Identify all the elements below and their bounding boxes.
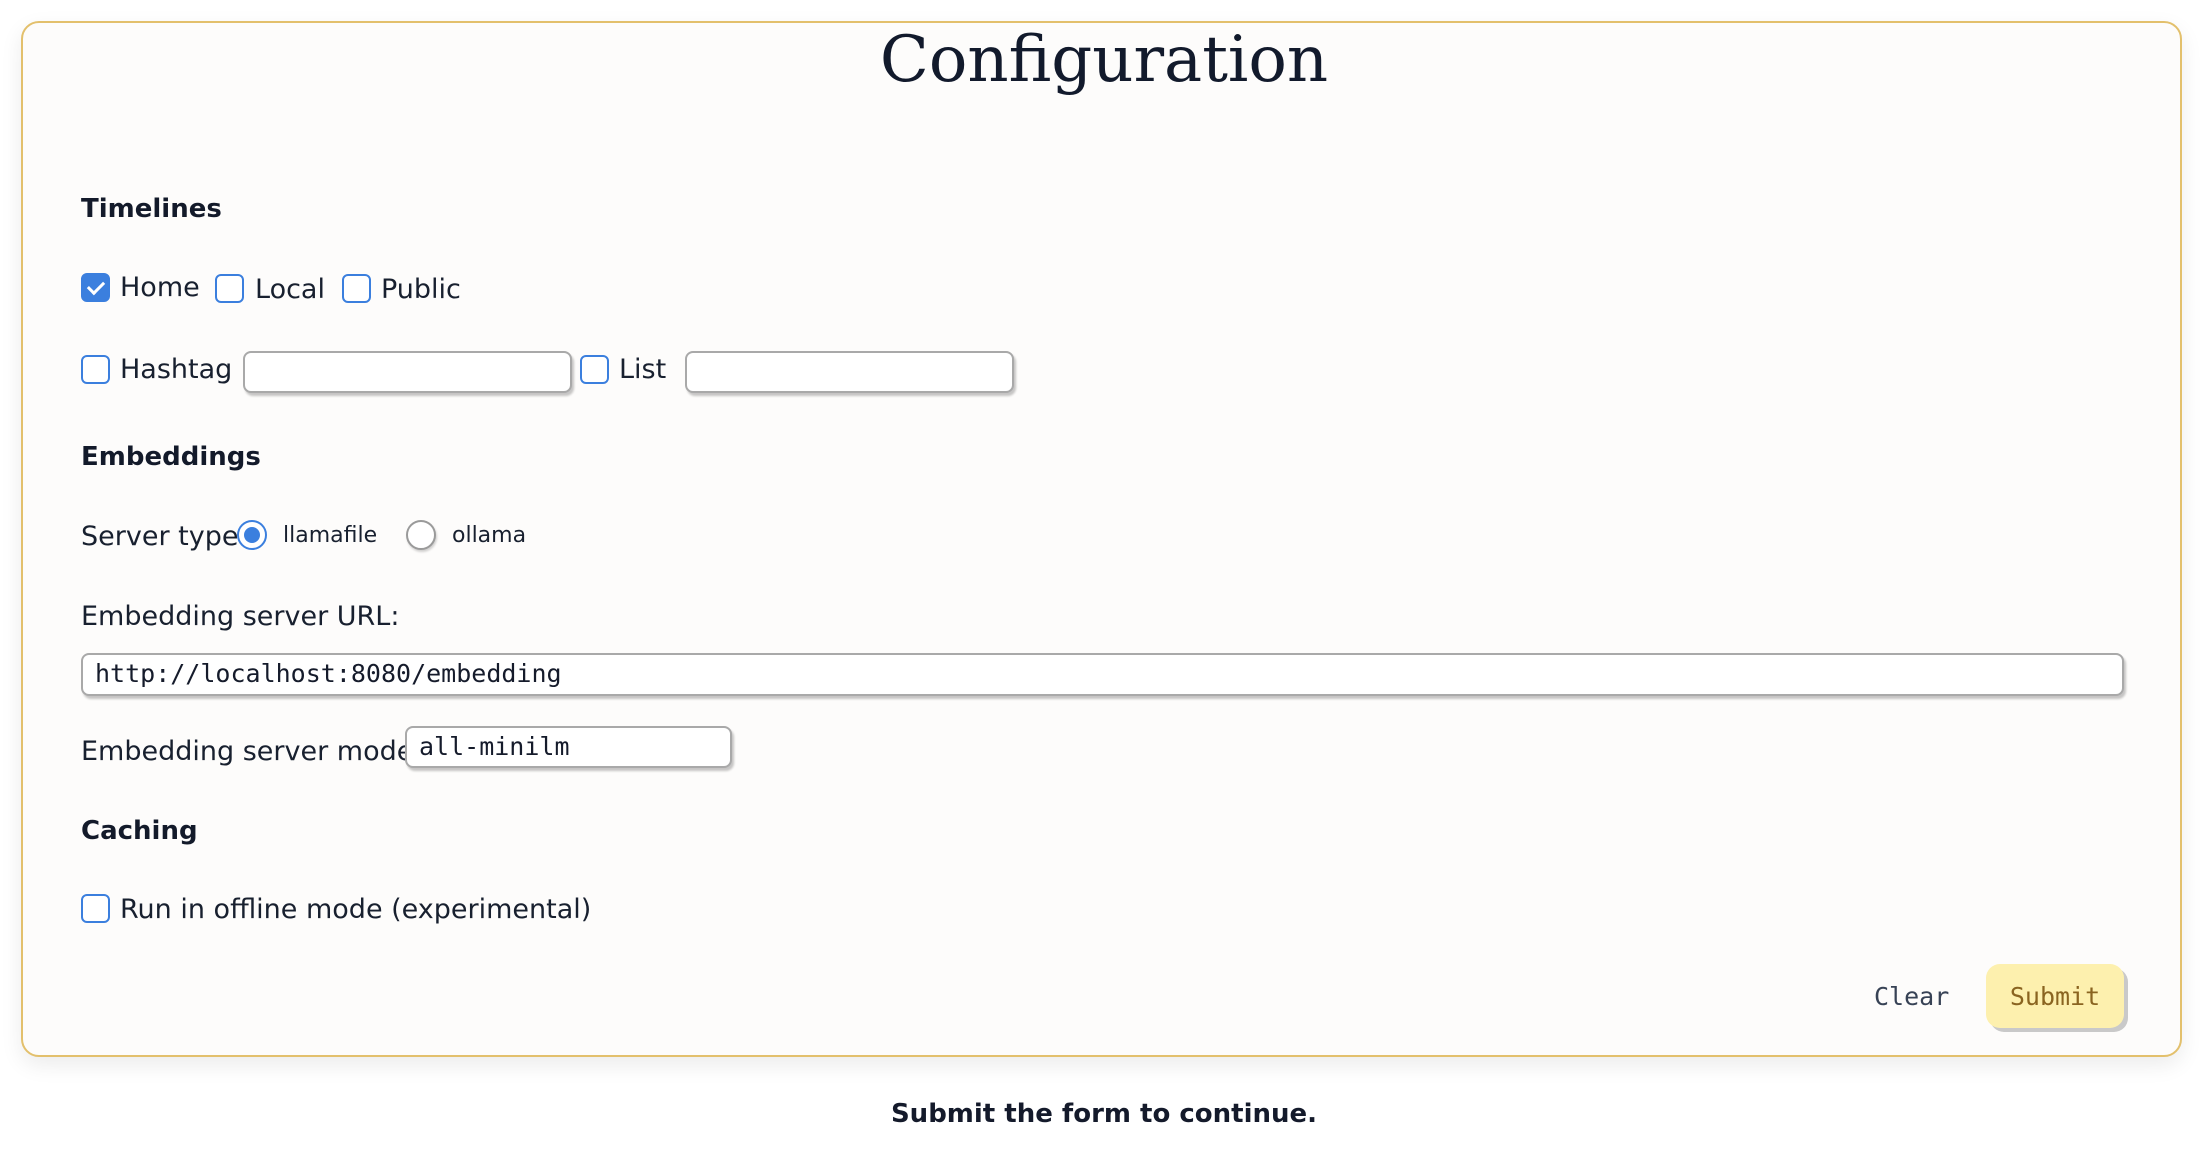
section-heading-embeddings: Embeddings [81, 442, 261, 472]
local-checkbox[interactable] [215, 274, 244, 303]
offline-mode-checkbox[interactable] [81, 894, 110, 923]
ollama-label: ollama [452, 523, 527, 548]
section-heading-timelines: Timelines [81, 194, 222, 224]
status-message: Submit the form to continue. [890, 1099, 1318, 1129]
embedding-model-input[interactable]: all-minilm [405, 726, 732, 768]
home-label: Home [120, 272, 200, 303]
server-type-label: Server type: [81, 521, 248, 552]
llamafile-radio[interactable] [237, 520, 267, 550]
list-input[interactable] [685, 351, 1014, 393]
llamafile-label: llamafile [283, 523, 378, 548]
public-label: Public [381, 274, 461, 305]
hashtag-input[interactable] [243, 351, 572, 393]
section-heading-caching: Caching [81, 816, 198, 846]
home-checkbox[interactable] [81, 273, 110, 302]
clear-button[interactable]: Clear [1868, 983, 1955, 1010]
ollama-radio[interactable] [406, 520, 436, 550]
embedding-url-input[interactable]: http://localhost:8080/embedding [81, 653, 2124, 696]
hashtag-checkbox[interactable] [81, 355, 110, 384]
hashtag-label: Hashtag [120, 354, 233, 385]
local-label: Local [255, 274, 325, 305]
embedding-url-label: Embedding server URL: [81, 601, 400, 632]
embedding-model-label: Embedding server model: [81, 736, 430, 767]
list-label: List [619, 354, 667, 385]
offline-mode-label: Run in offline mode (experimental) [120, 894, 592, 925]
list-checkbox[interactable] [580, 355, 609, 384]
public-checkbox[interactable] [342, 274, 371, 303]
page-title: Configuration [879, 23, 1329, 97]
submit-button[interactable]: Submit [1986, 964, 2124, 1028]
